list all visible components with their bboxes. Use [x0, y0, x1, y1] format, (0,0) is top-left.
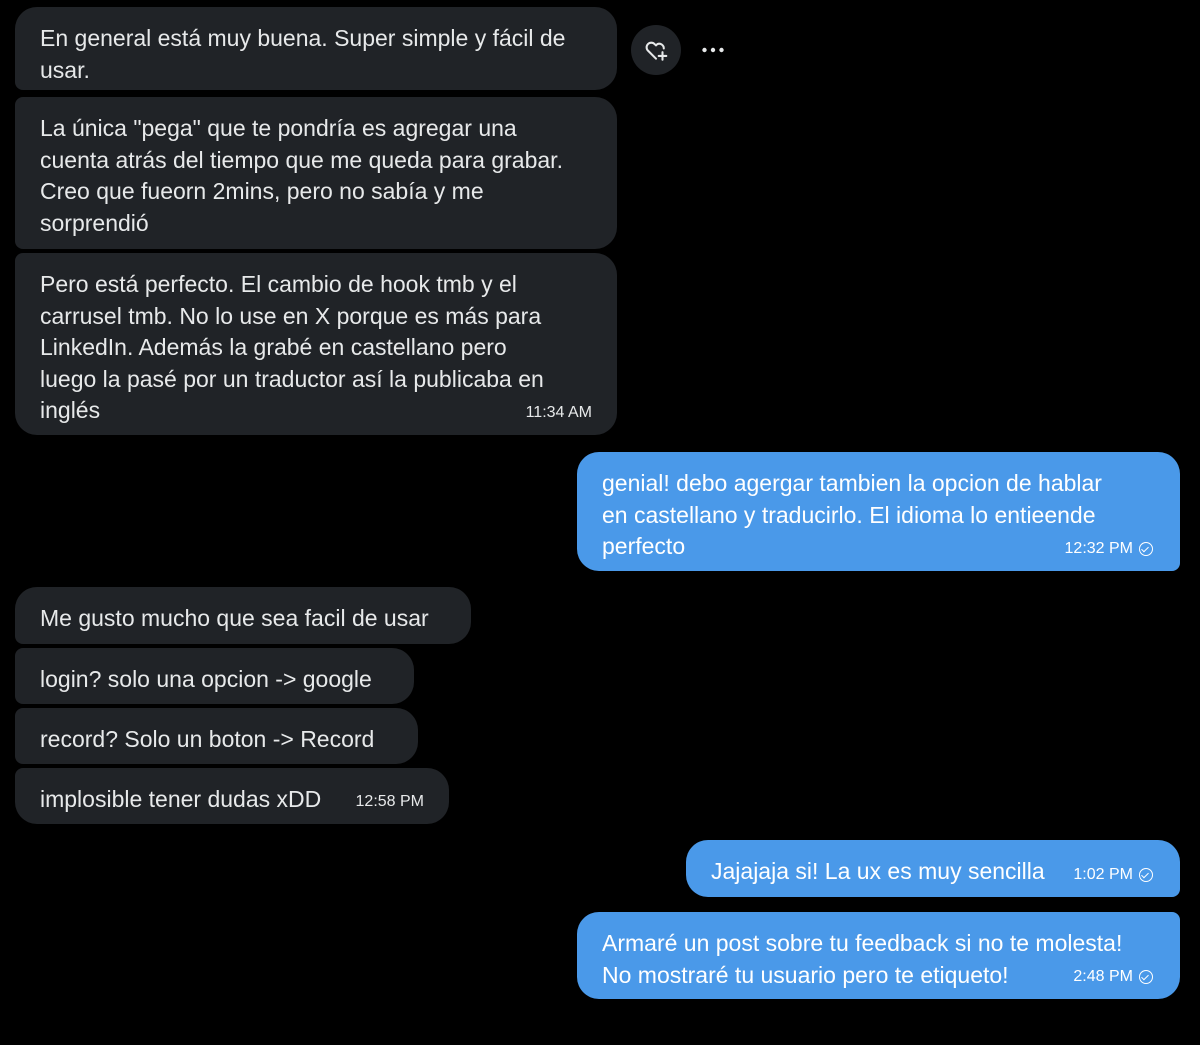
sent-check-icon — [1139, 542, 1153, 556]
more-options-button[interactable] — [693, 30, 733, 70]
timestamp-text: 12:32 PM — [1064, 540, 1133, 557]
add-reaction-button[interactable] — [631, 25, 681, 75]
message-text: Pero está perfecto. El cambio de hook tm… — [40, 271, 544, 423]
message-text: La única "pega" que te pondría es agrega… — [40, 115, 563, 236]
message-bubble-outgoing[interactable]: Jajajaja si! La ux es muy sencilla 1:02 … — [686, 840, 1180, 897]
message-timestamp: 2:48 PM — [1073, 967, 1153, 987]
message-text: En general está muy buena. Super simple … — [40, 25, 566, 83]
message-bubble-incoming[interactable]: login? solo una opcion -> google — [15, 648, 414, 704]
message-bubble-incoming[interactable]: La única "pega" que te pondría es agrega… — [15, 97, 617, 249]
timestamp-text: 1:02 PM — [1073, 866, 1133, 883]
message-bubble-incoming[interactable]: record? Solo un boton -> Record — [15, 708, 418, 764]
message-timestamp: 12:58 PM — [356, 792, 424, 812]
message-text: Armaré un post sobre tu feedback si no t… — [602, 930, 1123, 988]
message-text: login? solo una opcion -> google — [40, 666, 372, 692]
message-bubble-incoming[interactable]: En general está muy buena. Super simple … — [15, 7, 617, 90]
timestamp-text: 11:34 AM — [525, 404, 592, 421]
timestamp-text: 2:48 PM — [1073, 968, 1133, 985]
message-text: Me gusto mucho que sea facil de usar — [40, 605, 429, 631]
message-bubble-outgoing[interactable]: genial! debo agergar tambien la opcion d… — [577, 452, 1180, 571]
message-bubble-incoming[interactable]: Me gusto mucho que sea facil de usar — [15, 587, 471, 644]
message-timestamp: 12:32 PM — [1065, 539, 1153, 559]
message-timestamp: 1:02 PM — [1073, 865, 1153, 885]
more-horizontal-icon — [702, 47, 724, 53]
timestamp-text: 12:58 PM — [355, 793, 424, 810]
sent-check-icon — [1139, 868, 1153, 882]
message-bubble-outgoing[interactable]: Armaré un post sobre tu feedback si no t… — [577, 912, 1180, 999]
heart-plus-icon — [645, 41, 668, 61]
message-text: record? Solo un boton -> Record — [40, 726, 375, 752]
message-bubble-incoming[interactable]: Pero está perfecto. El cambio de hook tm… — [15, 253, 617, 435]
message-timestamp: 11:34 AM — [526, 403, 592, 423]
sent-check-icon — [1139, 970, 1153, 984]
message-bubble-incoming[interactable]: implosible tener dudas xDD 12:58 PM — [15, 768, 449, 824]
